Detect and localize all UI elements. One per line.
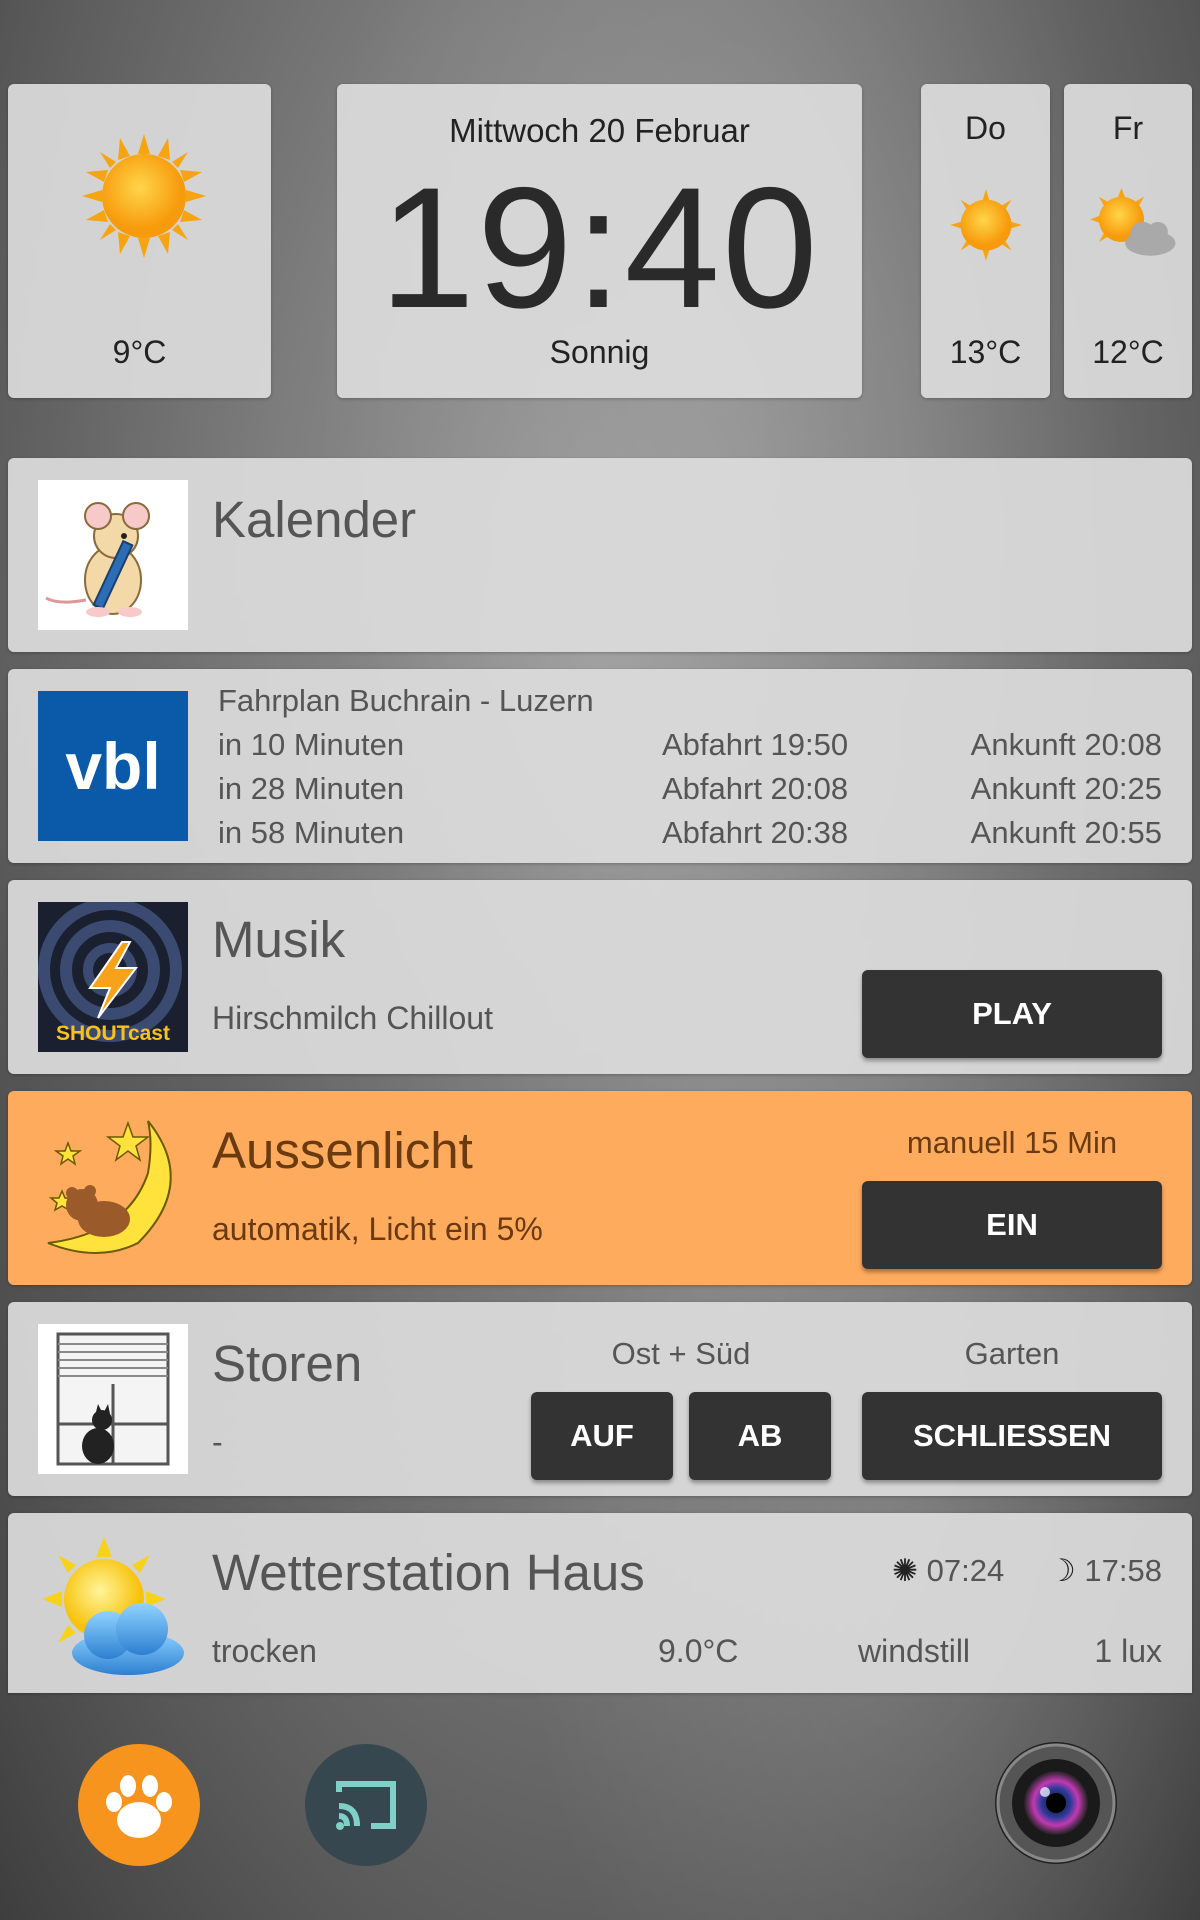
time-label: 19:40 <box>379 152 820 344</box>
manual-duration-label: manuell 15 Min <box>906 1125 1118 1160</box>
outdoor-light-card[interactable]: Aussenlicht automatik, Licht ein 5% manu… <box>8 1091 1192 1285</box>
light-status: automatik, Licht ein 5% <box>212 1211 543 1247</box>
forecast-card-1[interactable]: Do 13°C <box>921 84 1050 398</box>
sunset-time: 17:58 <box>1084 1553 1162 1588</box>
paw-icon <box>106 1775 172 1838</box>
music-title: Musik <box>212 911 346 968</box>
forecast-day: Fr <box>1112 110 1144 146</box>
blinds-down-button[interactable]: AB <box>689 1392 831 1480</box>
sun-icon <box>82 134 206 258</box>
forecast-temperature: 12°C <box>1092 334 1164 370</box>
wind-status: windstill <box>858 1633 971 1669</box>
blinds-up-button[interactable]: AUF <box>531 1392 673 1480</box>
sun-icon <box>950 189 1022 261</box>
weather-today-card[interactable]: 9°C <box>8 84 271 398</box>
blinds-card[interactable]: Storen - Ost + Süd AUF AB Garten SCHLIES… <box>8 1302 1192 1496</box>
camera-icon <box>996 1743 1116 1863</box>
window-cat-icon <box>38 1324 188 1474</box>
timetable-row-3-dep: Abfahrt 20:38 <box>662 815 849 850</box>
forecast-day: Do <box>965 110 1006 146</box>
blinds-title: Storen <box>212 1335 363 1392</box>
weather-station-card[interactable]: Wetterstation Haus ✺ 07:24 ☽ 17:58 trock… <box>8 1513 1192 1693</box>
vbl-logo: vbl <box>38 691 188 841</box>
sunrise-group: ✺ 07:24 <box>892 1553 1004 1589</box>
play-button[interactable]: PLAY <box>862 970 1162 1058</box>
cast-app-button[interactable] <box>305 1744 427 1866</box>
cast-icon <box>336 1781 396 1830</box>
music-card[interactable]: SHOUTcast Musik Hirschmilch Chillout PLA… <box>8 880 1192 1074</box>
timetable-row-1-in: in 10 Minuten <box>218 727 405 762</box>
moon-bear-icon <box>38 1113 188 1263</box>
blinds-group1-label: Ost + Süd <box>611 1336 751 1371</box>
light-on-button[interactable]: EIN <box>862 1181 1162 1269</box>
shoutcast-logo: SHOUTcast <box>38 902 188 1052</box>
blinds-status: - <box>212 1424 223 1460</box>
sunset-group: ☽ 17:58 <box>1048 1553 1162 1589</box>
timetable-title: Fahrplan Buchrain - Luzern <box>218 683 594 718</box>
timetable-row-1-dep: Abfahrt 19:50 <box>662 727 849 762</box>
sun-cloud-icon <box>1090 188 1176 256</box>
timetable-row-3-in: in 58 Minuten <box>218 815 405 850</box>
music-station: Hirschmilch Chillout <box>212 1000 493 1036</box>
shoutcast-logo-text: SHOUTcast <box>56 1022 170 1045</box>
blinds-group2-label: Garten <box>964 1336 1060 1371</box>
outdoor-temperature: 9.0°C <box>658 1633 739 1669</box>
forecast-card-2[interactable]: Fr 12°C <box>1064 84 1192 398</box>
station-title: Wetterstation Haus <box>212 1544 645 1601</box>
sun-cloud-icon <box>38 1535 188 1685</box>
sunrise-icon: ✺ <box>892 1553 918 1588</box>
moon-icon: ☽ <box>1048 1553 1076 1588</box>
timetable-row-3-arr: Ankunft 20:55 <box>970 815 1162 850</box>
sunrise-time: 07:24 <box>926 1553 1005 1588</box>
date-label: Mittwoch 20 Februar <box>449 112 750 149</box>
blinds-close-button[interactable]: SCHLIESSEN <box>862 1392 1162 1480</box>
paw-app-button[interactable] <box>78 1744 200 1866</box>
calendar-title: Kalender <box>212 491 417 548</box>
clock-card[interactable]: Mittwoch 20 Februar 19:40 Sonnig <box>337 84 862 398</box>
timetable-card[interactable]: vbl Fahrplan Buchrain - Luzern in 10 Min… <box>8 669 1192 863</box>
timetable-row-2-dep: Abfahrt 20:08 <box>662 771 849 806</box>
vbl-logo-text: vbl <box>65 729 161 803</box>
forecast-temperature: 13°C <box>949 334 1022 370</box>
today-temperature: 9°C <box>112 334 167 370</box>
calendar-card[interactable]: Kalender <box>8 458 1192 652</box>
camera-app-button[interactable] <box>995 1742 1117 1864</box>
timetable-row-2-in: in 28 Minuten <box>218 771 405 806</box>
light-title: Aussenlicht <box>212 1122 473 1179</box>
timetable-row-1-arr: Ankunft 20:08 <box>970 727 1162 762</box>
light-level: 1 lux <box>1094 1633 1162 1669</box>
condition-label: Sonnig <box>549 334 650 370</box>
rain-status: trocken <box>212 1633 317 1669</box>
timetable-row-2-arr: Ankunft 20:25 <box>970 771 1162 806</box>
mouse-pencil-icon <box>38 480 188 630</box>
